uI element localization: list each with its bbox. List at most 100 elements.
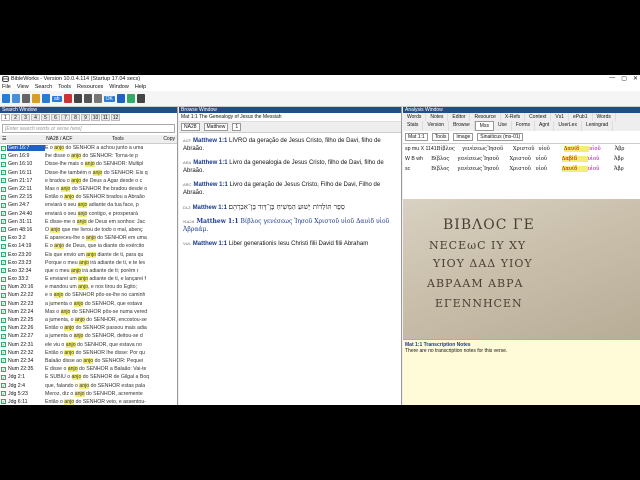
result-ref[interactable]: Gen 16:10	[7, 161, 45, 167]
result-ref[interactable]: Num 22:32	[7, 350, 45, 356]
verse-ref[interactable]: Matthew 1:1	[193, 138, 227, 144]
result-ref[interactable]: Gen 24:40	[7, 211, 45, 217]
result-row[interactable]: ✓ Exo 23:20 Eis que envio um anjo diante d…	[0, 250, 177, 258]
result-ref[interactable]: Exo 23:23	[7, 260, 45, 266]
result-ref[interactable]: Num 22:26	[7, 325, 45, 331]
result-row[interactable]: ✓ Gen 31:11 E disse-me o anjo de Deus em s…	[0, 218, 177, 226]
result-ref[interactable]: Num 22:35	[7, 366, 45, 372]
result-row[interactable]: ✓ Exo 14:19 E o anjo de Deus, que ia diant…	[0, 242, 177, 250]
mss-word[interactable]: Βίβλος	[431, 156, 457, 162]
result-ref[interactable]: Num 22:25	[7, 317, 45, 323]
result-row[interactable]: ✓ Jdg 6:11 Então o anjo do SENHOR veio, e …	[0, 398, 177, 405]
analysis-tab-use[interactable]: Use	[494, 121, 512, 131]
mss-tools-button[interactable]: Tools	[431, 133, 450, 141]
manuscript-image[interactable]: ΒΙΒΛΟϹ ΓΕ ΝΕϹΕωϹ ΙΥ ΧΥ ΥΙΟΥ ΔΑΔ ΥΙΟΥ ΑΒΡ…	[403, 199, 640, 339]
menu-view[interactable]: View	[17, 84, 29, 90]
analysis-tab-words[interactable]: Words	[593, 113, 616, 121]
search-tools-button[interactable]: Tools	[112, 136, 124, 142]
result-checkbox[interactable]: ✓	[1, 284, 6, 290]
result-ref[interactable]: Gen 22:15	[7, 194, 45, 200]
result-row[interactable]: ✓ Num 22:27 a jumenta o anjo do SENHOR, de…	[0, 332, 177, 340]
result-row[interactable]: ✓ Gen 22:11 Mas o anjo do SENHOR lhe brado…	[0, 185, 177, 193]
result-row[interactable]: ✓ Jdg 2:4 que, falando o anjo do SENHOR es…	[0, 381, 177, 389]
menu-help[interactable]: Help	[135, 84, 146, 90]
search-tab-10[interactable]: 10	[91, 114, 100, 121]
mss-word[interactable]: Χριστοῦ	[509, 166, 535, 172]
menu-resources[interactable]: Resources	[77, 84, 103, 90]
result-checkbox[interactable]: ✓	[1, 153, 6, 159]
mss-word[interactable]: υἱοῦ	[536, 166, 562, 172]
mss-word[interactable]: Δαυίδ	[561, 166, 588, 172]
result-checkbox[interactable]: ✓	[1, 235, 6, 241]
result-checkbox[interactable]: ✓	[1, 391, 6, 397]
search-icon[interactable]	[83, 94, 92, 103]
result-ref[interactable]: Gen 16:11	[7, 170, 45, 176]
analysis-tab-version[interactable]: Version	[423, 121, 450, 131]
gear-icon[interactable]	[93, 94, 102, 103]
mss-word[interactable]: Ἰησοῦ	[483, 166, 509, 172]
analysis-tab-x-refs[interactable]: X-Refs	[501, 113, 526, 121]
analysis-tab-mss[interactable]: Mss	[474, 121, 494, 131]
search-tab-8[interactable]: 8	[71, 114, 80, 121]
search-tab-7[interactable]: 7	[61, 114, 70, 121]
result-row[interactable]: ✓ Num 22:24 Mas o anjo do SENHOR pôs-se nu…	[0, 308, 177, 316]
result-checkbox[interactable]: ✓	[1, 325, 6, 331]
result-checkbox[interactable]: ✓	[1, 399, 6, 405]
search-tab-6[interactable]: 6	[51, 114, 60, 121]
analysis-tab-leningrad[interactable]: Leningrad	[582, 121, 614, 131]
result-ref[interactable]: Num 22:22	[7, 292, 45, 298]
mss-word[interactable]: Βίβλος	[431, 166, 457, 172]
undo-icon[interactable]	[42, 94, 50, 103]
search-tab-1[interactable]: 1	[1, 114, 10, 121]
map-icon[interactable]	[126, 94, 135, 103]
search-tab-2[interactable]: 2	[11, 114, 20, 121]
result-checkbox[interactable]: ✓	[1, 317, 6, 323]
minimize-button[interactable]: —	[609, 75, 615, 82]
result-checkbox[interactable]: ✓	[1, 309, 6, 315]
mss-row[interactable]: W B wh Βίβλος γενέσεως Ἰησοῦ Χριστοῦ υἱοῦ Δαβὶ…	[403, 154, 640, 164]
result-row[interactable]: ✓ Num 22:32 Então o anjo do SENHOR lhe dis…	[0, 349, 177, 357]
result-checkbox[interactable]: ✓	[1, 219, 6, 225]
result-checkbox[interactable]: ✓	[1, 145, 6, 151]
result-ref[interactable]: Jdg 6:11	[7, 399, 45, 405]
mss-word[interactable]: Δαυίδ	[563, 146, 590, 152]
result-checkbox[interactable]: ✓	[1, 252, 6, 258]
mss-word[interactable]: υἱοῦ	[538, 146, 563, 152]
spell-badge-icon[interactable]: ab	[52, 95, 62, 102]
result-checkbox[interactable]: ✓	[1, 366, 6, 372]
browse-version-select[interactable]: NA28	[181, 123, 200, 131]
result-checkbox[interactable]: ✓	[1, 260, 6, 266]
result-ref[interactable]: Gen 22:11	[7, 186, 45, 192]
result-ref[interactable]: Num 22:24	[7, 309, 45, 315]
mss-image-button[interactable]: Image	[453, 133, 474, 141]
search-options-icon[interactable]: ☰	[2, 136, 6, 142]
result-row[interactable]: ✓ Jdg 5:23 Meroz, diz o anjo do SENHOR, ac…	[0, 390, 177, 398]
browse-book-select[interactable]: Matthew	[203, 123, 229, 131]
close-button[interactable]: ✕	[633, 75, 638, 82]
result-ref[interactable]: Jdg 2:4	[7, 383, 45, 389]
result-checkbox[interactable]: ✓	[1, 374, 6, 380]
verse-dlz[interactable]: DLZ Matthew 1:1 סֵפֶר תּוֹלְדוֹת יֵשׁוּעַ…	[179, 199, 401, 214]
copy-icon[interactable]	[32, 94, 40, 103]
result-ref[interactable]: Gen 31:11	[7, 219, 45, 225]
result-ref[interactable]: Jdg 5:23	[7, 391, 45, 397]
result-ref[interactable]: Gen 24:7	[7, 202, 45, 208]
menu-search[interactable]: Search	[35, 84, 52, 90]
search-tab-4[interactable]: 4	[31, 114, 40, 121]
ok-badge-icon[interactable]: OK	[103, 95, 115, 102]
result-row[interactable]: ✓ Num 22:35 E disse o anjo do SENHOR a Bal…	[0, 365, 177, 373]
mss-word[interactable]: Χριστοῦ	[513, 146, 538, 152]
result-ref[interactable]: Exo 14:19	[7, 243, 45, 249]
mss-word[interactable]: υἱοῦ	[588, 166, 614, 172]
open-icon[interactable]	[2, 94, 10, 103]
result-row[interactable]: ✓ Gen 22:15 Então o anjo do SENHOR bradou …	[0, 193, 177, 201]
verse-arc[interactable]: ARC Matthew 1:1 Livro da geração de Jesus…	[179, 177, 401, 199]
result-row[interactable]: ✓ Gen 48:16 O anjo que me livrou de todo o…	[0, 226, 177, 234]
verse-acf[interactable]: ACF Matthew 1:1 LIVRO da geração de Jesus…	[179, 133, 401, 155]
mss-word[interactable]: Ἰησοῦ	[483, 156, 509, 162]
mss-word[interactable]: υἱοῦ	[536, 156, 562, 162]
analysis-tab-epub1[interactable]: ePub1	[569, 113, 593, 121]
save-icon[interactable]	[12, 94, 20, 103]
result-checkbox[interactable]: ✓	[1, 301, 6, 307]
result-row[interactable]: ✓ Exo 3:2 E apareceu-lhe o anjo do SENHOR …	[0, 234, 177, 242]
